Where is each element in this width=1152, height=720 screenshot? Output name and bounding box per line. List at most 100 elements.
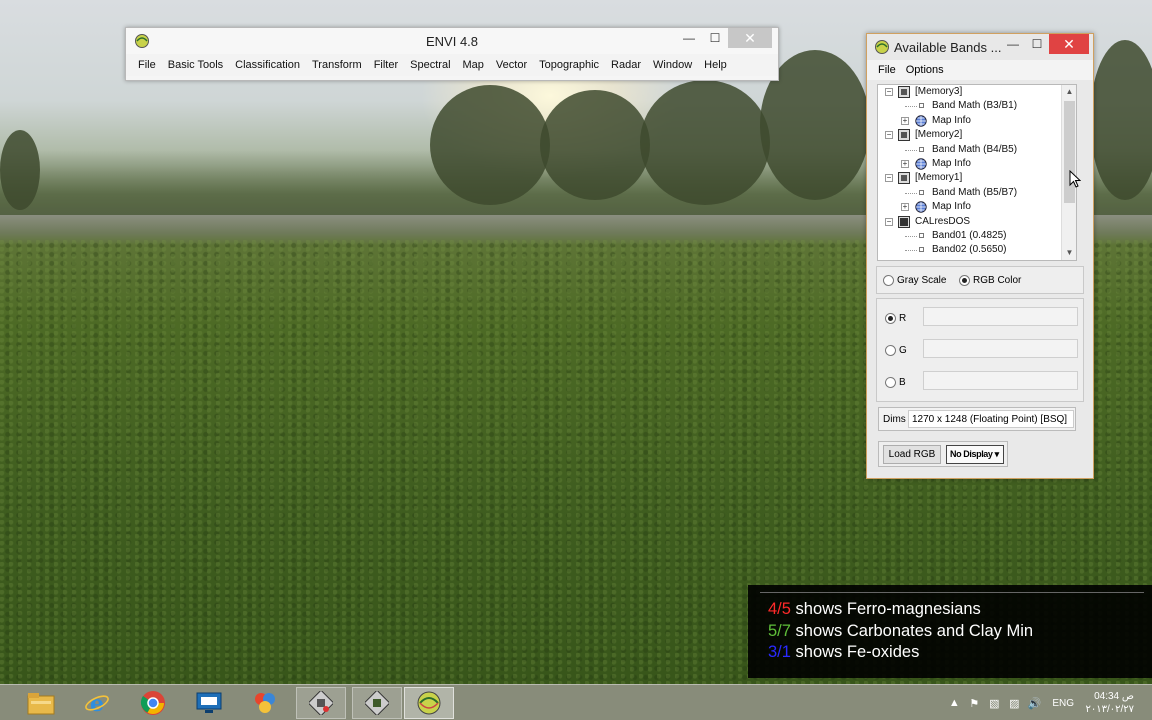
tree-node-file[interactable]: − CALresDOS — [878, 215, 1076, 229]
menu-file[interactable]: File — [132, 59, 162, 71]
bands-titlebar[interactable]: Available Bands ... — ☐ ✕ — [867, 34, 1093, 60]
expand-icon[interactable]: + — [901, 116, 909, 125]
tree-node-band[interactable]: Band02 (0.5650) — [878, 243, 1076, 257]
main-titlebar[interactable]: ENVI 4.8 — ☐ ✕ — [126, 28, 778, 54]
envi-app-2-button[interactable] — [352, 687, 402, 719]
tree-node-mapinfo[interactable]: + Map Info — [878, 200, 1076, 214]
menu-basic-tools[interactable]: Basic Tools — [162, 59, 229, 71]
g-channel-radio[interactable] — [885, 345, 896, 356]
annotation-text: shows Ferro-magnesians — [790, 600, 981, 618]
menu-map[interactable]: Map — [457, 59, 490, 71]
remote-desktop-button[interactable] — [184, 687, 234, 719]
display-dropdown-value: No Display — [950, 449, 993, 459]
tree-node-band[interactable]: Band Math (B5/B7) — [878, 186, 1076, 200]
envi-app-3-button[interactable] — [404, 687, 454, 719]
svg-text:e: e — [90, 691, 104, 716]
close-button[interactable]: ✕ — [1049, 34, 1089, 54]
volume-icon[interactable]: 🔊 — [1024, 693, 1044, 713]
display-dropdown[interactable]: No Display ▾ — [946, 445, 1004, 464]
rgb-channel-group: R G B — [876, 298, 1084, 402]
band-icon — [919, 247, 924, 253]
envi-display-icon — [309, 691, 333, 715]
paint-app-button[interactable] — [240, 687, 290, 719]
tree-node-label: Band02 (0.5650) — [932, 244, 1007, 256]
chrome-button[interactable] — [128, 687, 178, 719]
collapse-icon[interactable]: − — [885, 174, 893, 183]
tree-node-label: [Memory3] — [915, 86, 963, 97]
minimize-button[interactable]: — — [676, 28, 702, 48]
tree-node-band[interactable]: Band01 (0.4825) — [878, 229, 1076, 243]
b-channel-field[interactable] — [923, 371, 1078, 390]
menu-topographic[interactable]: Topographic — [533, 59, 605, 71]
close-button[interactable]: ✕ — [728, 28, 772, 48]
collapse-icon[interactable]: − — [885, 131, 893, 140]
action-center-flag-icon[interactable]: ⚑ — [964, 693, 984, 713]
menu-radar[interactable]: Radar — [605, 59, 647, 71]
internet-explorer-button[interactable]: e — [72, 687, 122, 719]
tree-node-band[interactable]: Band Math (B3/B1) — [878, 99, 1076, 113]
show-hidden-icons-icon[interactable]: ▲ — [944, 693, 964, 713]
minimize-button[interactable]: — — [1001, 34, 1025, 54]
b-channel-radio[interactable] — [885, 377, 896, 388]
maximize-button[interactable]: ☐ — [1025, 34, 1049, 54]
network-icon[interactable]: ▨ — [1004, 693, 1024, 713]
file-explorer-button[interactable] — [16, 687, 66, 719]
tree-node-label: [Memory1] — [915, 172, 963, 184]
image-file-icon — [898, 86, 910, 98]
menu-help[interactable]: Help — [698, 59, 733, 71]
available-bands-window: Available Bands ... — ☐ ✕ File Options −… — [866, 33, 1094, 479]
mouse-cursor-icon — [1069, 170, 1081, 188]
device-icon[interactable]: ▧ — [984, 693, 1004, 713]
load-rgb-button[interactable]: Load RGB — [883, 445, 941, 464]
g-channel-option[interactable]: G — [885, 345, 907, 356]
r-channel-option[interactable]: R — [885, 313, 906, 324]
expand-icon[interactable]: + — [901, 203, 909, 212]
menu-spectral[interactable]: Spectral — [404, 59, 456, 71]
band-tree[interactable]: − [Memory3] Band Math (B3/B1) + Map Info… — [877, 84, 1077, 261]
menu-classification[interactable]: Classification — [229, 59, 306, 71]
envi-app-1-button[interactable] — [296, 687, 346, 719]
r-channel-field[interactable] — [923, 307, 1078, 326]
menu-options[interactable]: Options — [901, 64, 949, 76]
menu-transform[interactable]: Transform — [306, 59, 368, 71]
tree-node-band[interactable]: Band Math (B4/B5) — [878, 143, 1076, 157]
scroll-up-icon[interactable]: ▲ — [1062, 85, 1076, 99]
menu-filter[interactable]: Filter — [368, 59, 404, 71]
tree-node-mapinfo[interactable]: + Map Info — [878, 114, 1076, 128]
rgb-color-radio[interactable] — [959, 275, 970, 286]
tree-node-file[interactable]: − [Memory1] — [878, 171, 1076, 185]
menu-file[interactable]: File — [873, 64, 901, 76]
annotation-text: shows Fe-oxides — [790, 643, 920, 661]
clock[interactable]: 04:34 ص ٢٠١٣/٠٢/٢٧ — [1082, 690, 1152, 716]
envi-main-window: ENVI 4.8 — ☐ ✕ File Basic Tools Classifi… — [125, 27, 779, 81]
menu-vector[interactable]: Vector — [490, 59, 533, 71]
clock-time: 04:34 ص — [1094, 691, 1134, 702]
clock-date: ٢٠١٣/٠٢/٢٧ — [1085, 704, 1134, 715]
expand-icon[interactable]: + — [901, 159, 909, 168]
collapse-icon[interactable]: − — [885, 88, 893, 96]
language-indicator[interactable]: ENG — [1052, 698, 1074, 709]
annotation-ratio: 3/1 — [768, 643, 791, 661]
tree-node-file[interactable]: − [Memory3] — [878, 85, 1076, 99]
tree — [430, 85, 550, 205]
rgb-color-option[interactable]: RGB Color — [959, 275, 1021, 286]
globe-icon — [915, 115, 927, 127]
g-channel-field[interactable] — [923, 339, 1078, 358]
tree-node-file[interactable]: − [Memory2] — [878, 128, 1076, 142]
annotation-line: 3/1 shows Fe-oxides — [768, 643, 919, 662]
b-channel-option[interactable]: B — [885, 377, 906, 388]
gray-scale-radio[interactable] — [883, 275, 894, 286]
maximize-button[interactable]: ☐ — [702, 28, 728, 48]
tree-node-label: Map Info — [932, 157, 971, 169]
menu-window[interactable]: Window — [647, 59, 698, 71]
dims-value: 1270 x 1248 (Floating Point) [BSQ] — [908, 410, 1074, 428]
scroll-down-icon[interactable]: ▼ — [1062, 246, 1076, 260]
gray-scale-option[interactable]: Gray Scale — [883, 275, 946, 286]
annotation-text: shows Carbonates and Clay Min — [790, 622, 1034, 640]
annotation-line: 5/7 shows Carbonates and Clay Min — [768, 622, 1033, 641]
tree-node-mapinfo[interactable]: + Map Info — [878, 157, 1076, 171]
r-channel-radio[interactable] — [885, 313, 896, 324]
collapse-icon[interactable]: − — [885, 217, 893, 226]
tree-node-label: Band01 (0.4825) — [932, 229, 1007, 241]
envi-display-icon — [365, 691, 389, 715]
